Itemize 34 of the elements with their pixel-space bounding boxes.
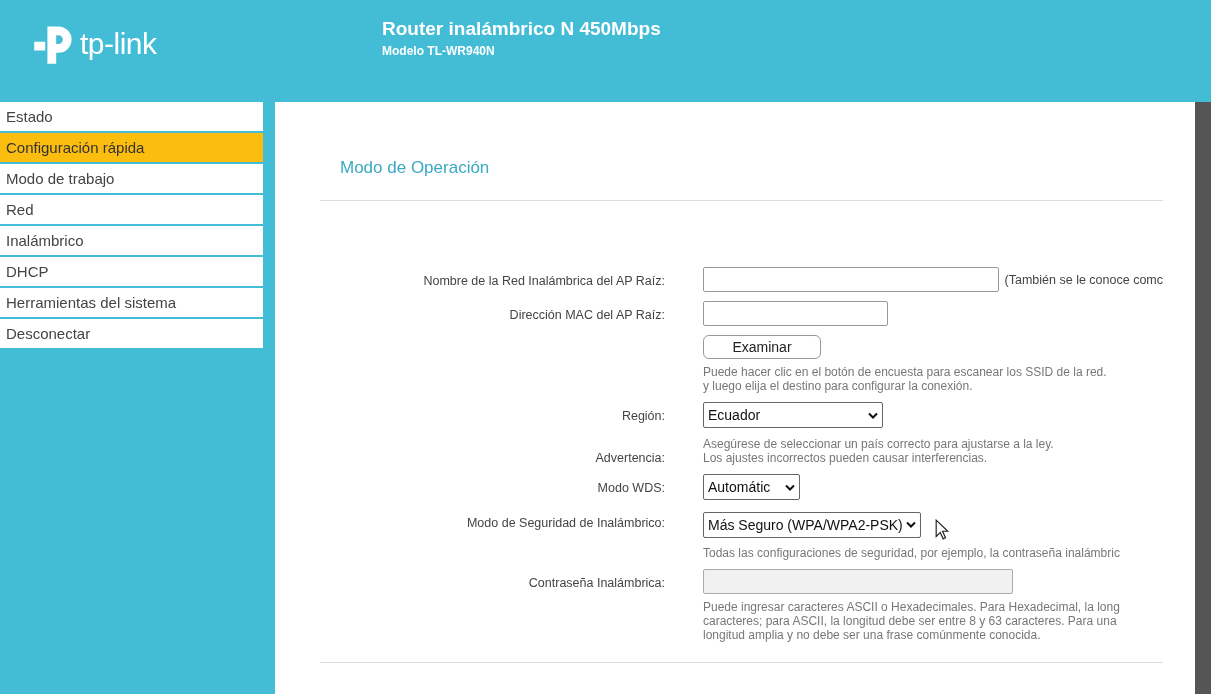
sidebar-item[interactable]: Estado — [0, 102, 263, 133]
dropdown-select[interactable]: Ecuador — [703, 402, 883, 428]
help-text: Puede hacer clic en el botón de encuesta para escanear los SSID de la red. y luego elija el destino para configurar la conexión. — [703, 365, 1107, 393]
field-label: Región: — [621, 409, 665, 423]
model-subtitle: Modelo TL-WR940N — [382, 44, 496, 58]
sidebar-item[interactable]: Herramientas del sistema — [0, 288, 263, 319]
field-label: Advertencia: — [595, 451, 665, 465]
scan-button[interactable]: Examinar — [703, 335, 821, 359]
field-label: Modo de Seguridad de Inalámbrico: — [466, 516, 665, 530]
sidebar-item[interactable]: Modo de trabajo — [0, 164, 263, 195]
cursor-icon — [934, 519, 949, 540]
field-hint: (También se le conoce comc — [1004, 272, 1163, 287]
field-label: Modo WDS: — [597, 481, 665, 495]
chevron-icon — [868, 411, 878, 419]
help-text: Puede ingresar caracteres ASCII o Hexadecimales. Para Hexadecimal, la long caracteres; para ASCII, la longitud debe ser entre 8 y 63 caracteres. Para una longitud amplia y no debe ser una frase comúnmente conocida. — [703, 600, 1120, 642]
dropdown-select[interactable]: Más Seguro (WPA/WPA2-PSK) — [703, 511, 921, 538]
dropdown-select[interactable]: Automátic — [703, 474, 800, 500]
sidebar-item[interactable]: Configuración rápida — [0, 133, 263, 164]
product-title: Router inalámbrico N 450Mbps — [382, 18, 661, 40]
sidebar-item[interactable]: Desconectar — [0, 319, 263, 350]
logo-text: tp-link — [80, 27, 157, 61]
sidebar-item[interactable]: Inalámbrico — [0, 226, 263, 257]
page-title: Modo de Operación — [340, 158, 491, 178]
help-text: Todas las configuraciones de seguridad, por ejemplo, la contraseña inalámbric — [703, 546, 1120, 560]
field-label: Contraseña Inalámbrica: — [528, 576, 665, 590]
sidebar-item[interactable]: Red — [0, 195, 263, 226]
text-field[interactable] — [703, 301, 888, 326]
field-label: Nombre de la Red Inalámbrica del AP Raíz: — [423, 274, 665, 288]
field-label: Dirección MAC del AP Raíz: — [509, 308, 665, 322]
help-text: Asegúrese de seleccionar un país correcto para ajustarse a la ley. Los ajustes incorrectos pueden causar interferencias. — [703, 437, 1054, 465]
chevron-icon — [785, 483, 795, 491]
sidebar-item[interactable]: DHCP — [0, 257, 263, 288]
chevron-icon — [905, 521, 916, 528]
text-field[interactable] — [703, 267, 999, 292]
